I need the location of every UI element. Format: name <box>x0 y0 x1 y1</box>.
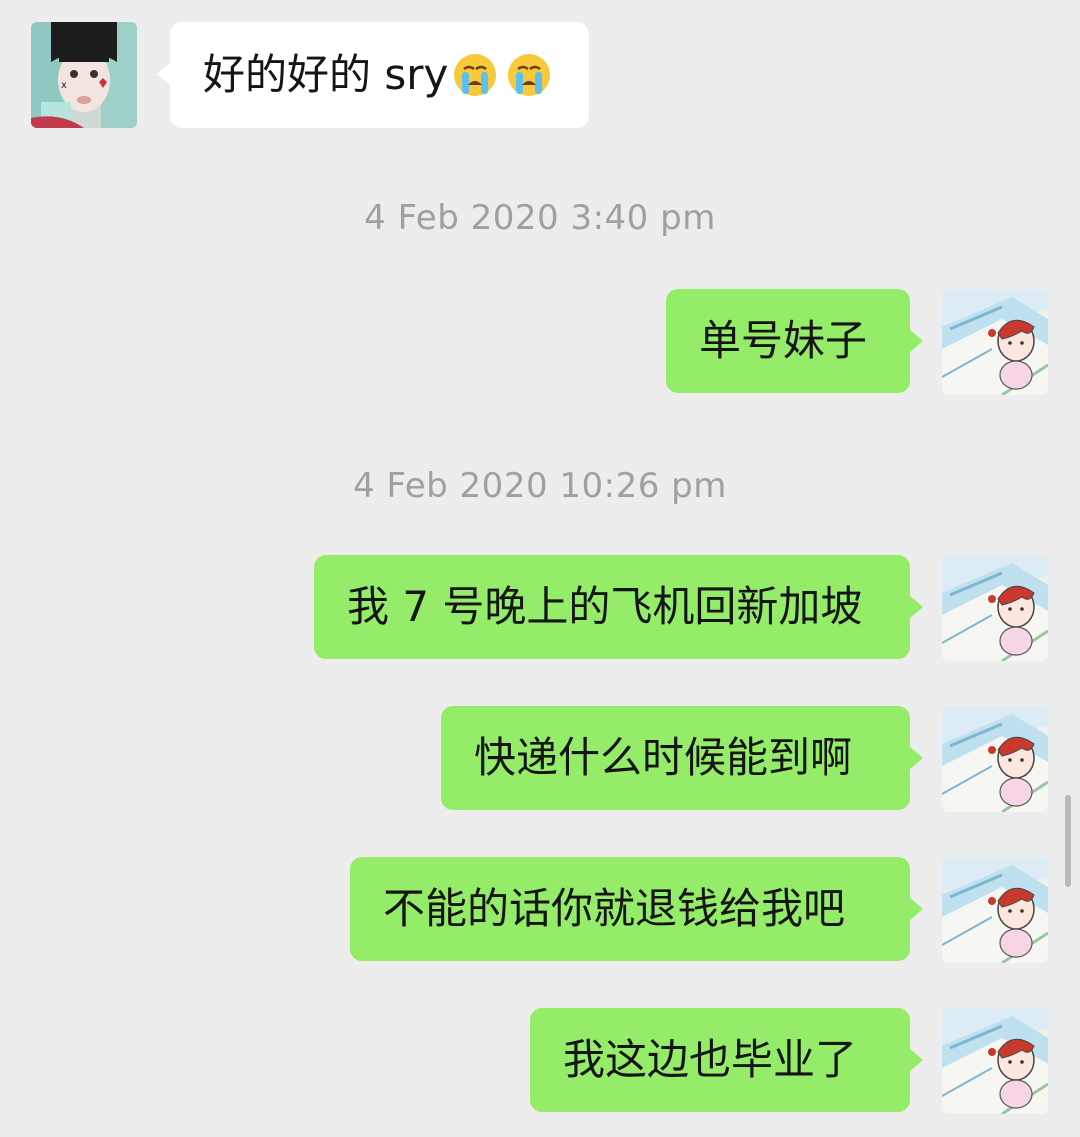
message-bubble-outgoing[interactable]: 单号妹子 <box>666 289 923 393</box>
my-avatar[interactable] <box>942 1008 1048 1114</box>
message-bubble-outgoing[interactable]: 不能的话你就退钱给我吧 <box>350 857 923 961</box>
message-text: 不能的话你就退钱给我吧 <box>383 884 846 933</box>
timestamp: 4 Feb 2020 3:40 pm <box>364 198 716 238</box>
svg-text:x: x <box>61 80 67 91</box>
my-avatar-image <box>942 706 1048 812</box>
my-avatar-image <box>942 555 1048 661</box>
my-avatar[interactable] <box>942 289 1048 395</box>
message-text: 我 7 号晚上的飞机回新加坡 <box>347 582 863 631</box>
scrollbar[interactable] <box>1065 795 1071 887</box>
my-avatar[interactable] <box>942 857 1048 963</box>
my-avatar[interactable] <box>942 706 1048 812</box>
message-bubble-outgoing[interactable]: 快递什么时候能到啊 <box>441 706 923 810</box>
my-avatar[interactable] <box>942 555 1048 661</box>
message-text: 好的好的 sry <box>203 50 449 99</box>
my-avatar-image <box>942 1008 1048 1114</box>
message-bubble-outgoing[interactable]: 我这边也毕业了 <box>530 1008 923 1112</box>
message-text: 快递什么时候能到啊 <box>474 733 853 782</box>
message-bubble-incoming[interactable]: 好的好的 sry <box>157 22 589 128</box>
my-avatar-image <box>942 289 1048 395</box>
crying-face-icon <box>508 54 551 96</box>
message-text: 我这边也毕业了 <box>563 1035 858 1084</box>
contact-avatar-image: x <box>31 22 137 128</box>
message-bubble-outgoing[interactable]: 我 7 号晚上的飞机回新加坡 <box>314 555 923 659</box>
message-text: 单号妹子 <box>699 316 868 365</box>
contact-avatar[interactable]: x <box>31 22 137 128</box>
crying-face-icon <box>454 54 497 96</box>
my-avatar-image <box>942 857 1048 963</box>
timestamp: 4 Feb 2020 10:26 pm <box>353 466 727 506</box>
